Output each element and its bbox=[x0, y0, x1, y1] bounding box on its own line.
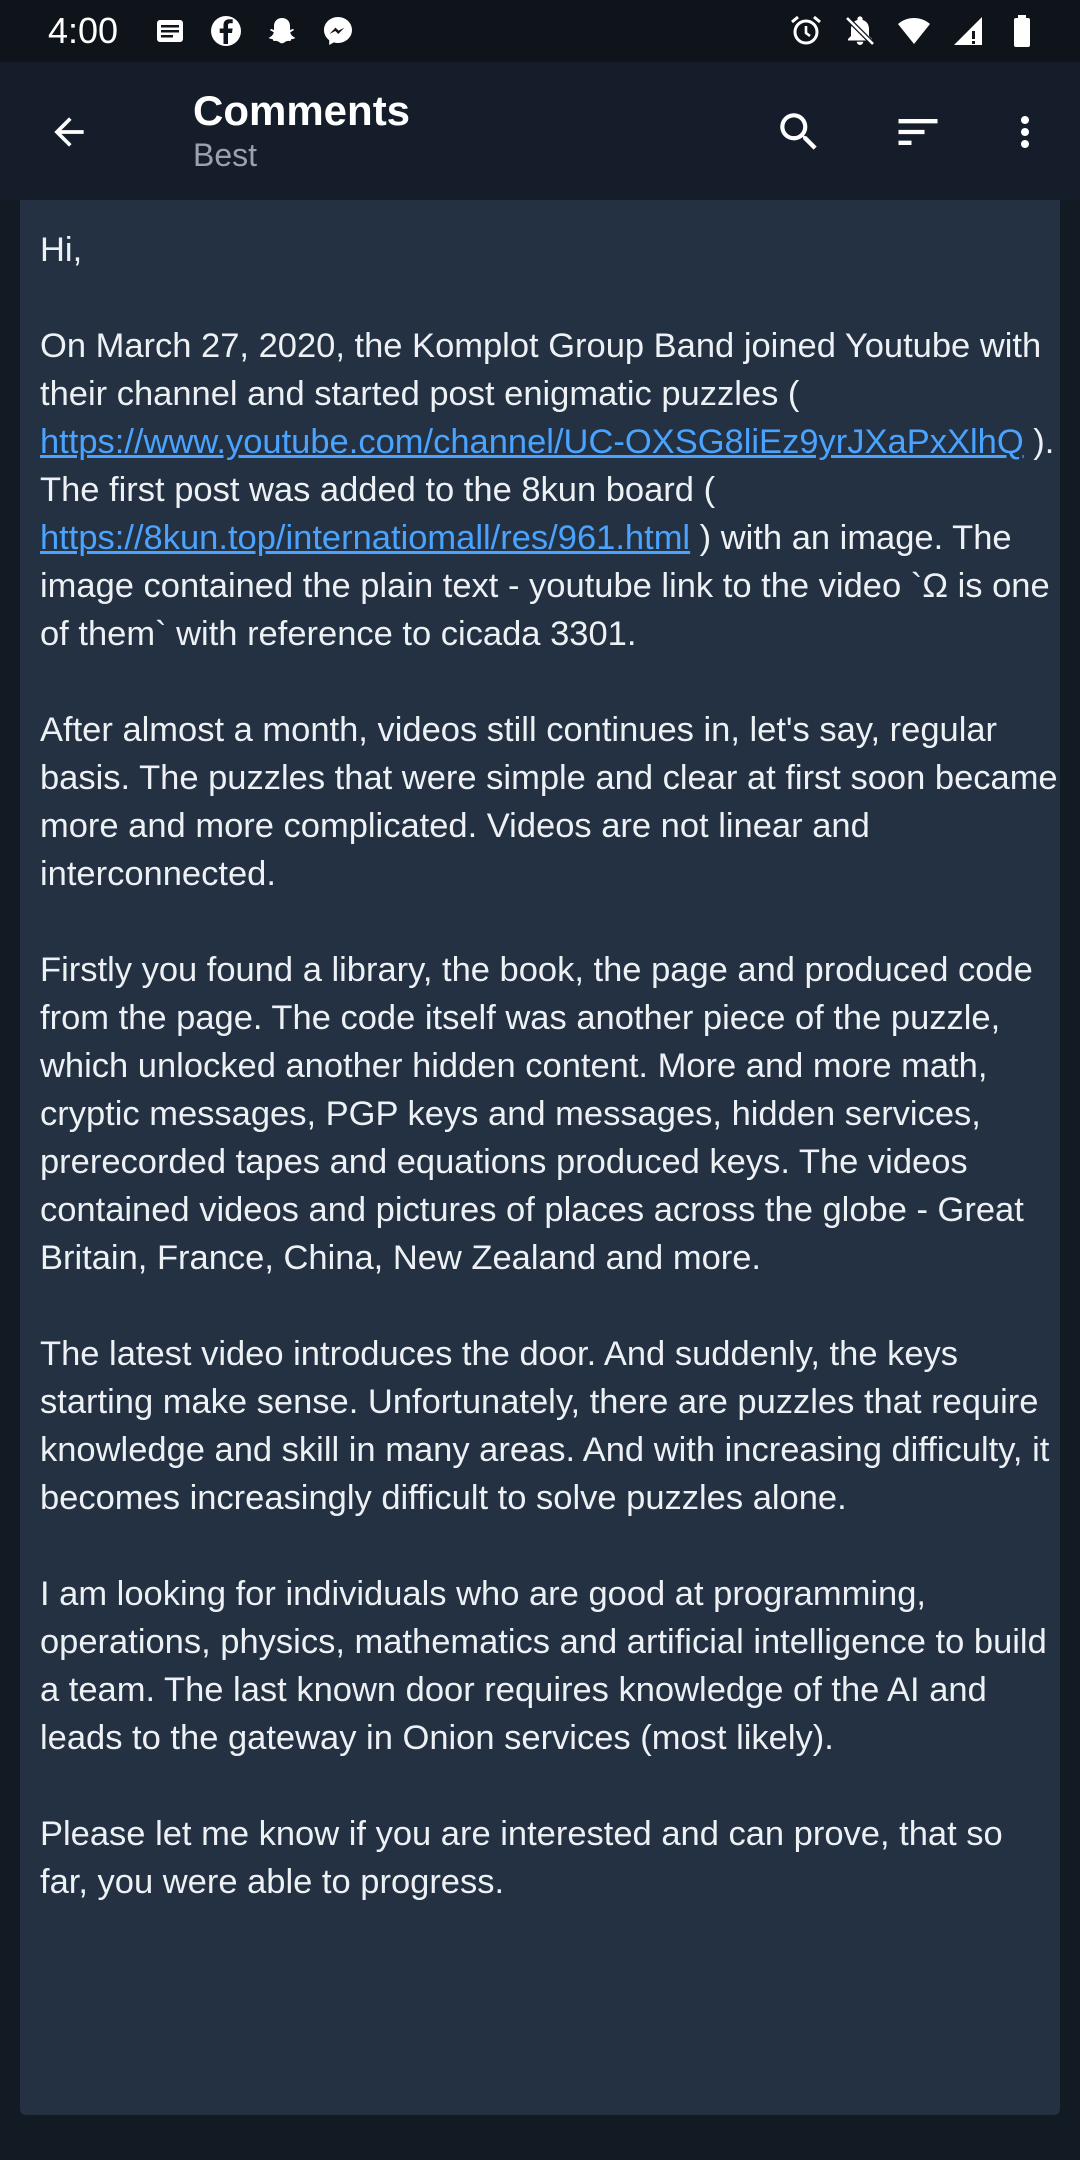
comment-paragraph: Please let me know if you are interested… bbox=[40, 1815, 1003, 1901]
comment-text: On March 27, 2020, the Komplot Group Ban… bbox=[40, 327, 1042, 413]
status-time: 4:00 bbox=[48, 10, 119, 51]
wifi-icon bbox=[896, 13, 932, 49]
page-title: Comments bbox=[193, 87, 411, 134]
news-icon bbox=[152, 13, 188, 49]
comment-paragraph: I am looking for individuals who are goo… bbox=[40, 1575, 1047, 1757]
more-options-button[interactable] bbox=[1000, 99, 1050, 165]
snapchat-icon bbox=[264, 13, 300, 49]
comment-greeting: Hi, bbox=[40, 231, 83, 269]
comment-paragraph: The latest video introduces the door. An… bbox=[40, 1335, 1050, 1517]
sort-icon bbox=[898, 119, 938, 145]
comment-body: Hi, On March 27, 2020, the Komplot Group… bbox=[40, 226, 1060, 1954]
facebook-icon bbox=[208, 13, 244, 49]
8kun-board-link[interactable]: https://8kun.top/internatiomall/res/961.… bbox=[40, 519, 690, 557]
youtube-channel-link[interactable]: https://www.youtube.com/channel/UC-OXSG8… bbox=[40, 423, 1024, 461]
sort-subtitle: Best bbox=[193, 137, 258, 173]
bottom-strip bbox=[0, 2142, 1080, 2160]
search-button[interactable] bbox=[766, 99, 832, 165]
back-arrow-icon bbox=[54, 117, 84, 147]
comments-list[interactable]: Hi, On March 27, 2020, the Komplot Group… bbox=[0, 200, 1080, 2160]
more-vert-icon bbox=[1021, 116, 1029, 148]
signal-icon bbox=[950, 13, 986, 49]
search-icon bbox=[780, 113, 817, 150]
status-right-icons bbox=[788, 13, 1040, 49]
battery-icon bbox=[1004, 13, 1040, 49]
comment-paragraph: Firstly you found a library, the book, t… bbox=[40, 951, 1033, 1277]
status-bar: 4:00 bbox=[0, 0, 1080, 62]
notifications-off-icon bbox=[842, 13, 878, 49]
comment-paragraph: On March 27, 2020, the Komplot Group Ban… bbox=[40, 322, 1060, 658]
status-left-icons bbox=[152, 13, 356, 49]
alarm-icon bbox=[788, 13, 824, 49]
comment-card[interactable]: Hi, On March 27, 2020, the Komplot Group… bbox=[20, 200, 1060, 2115]
back-button[interactable] bbox=[36, 99, 102, 165]
sort-button[interactable] bbox=[885, 99, 951, 165]
messenger-icon bbox=[320, 13, 356, 49]
app-bar: Comments Best bbox=[0, 62, 1080, 200]
comment-paragraph: After almost a month, videos still conti… bbox=[40, 711, 1058, 893]
